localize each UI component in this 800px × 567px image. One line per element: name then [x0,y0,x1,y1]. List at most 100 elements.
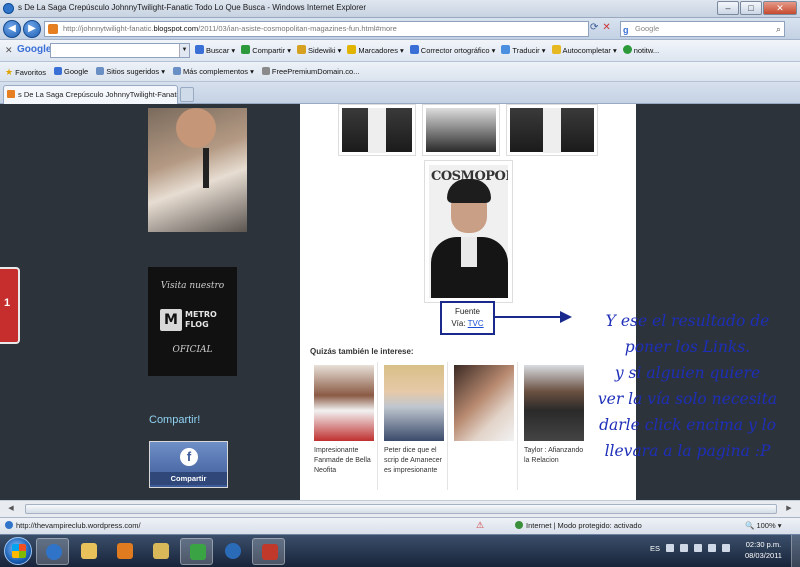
toolbar-autofill[interactable]: Autocompletar ▾ [551,45,617,55]
forward-button[interactable]: ▶ [23,20,41,38]
annotation-arrow [493,316,563,318]
facebook-icon: f [180,448,198,466]
related-post[interactable]: Impresionante Fanmade de Bella Neofita [310,362,378,490]
fav-google[interactable]: Google [54,67,88,78]
related-posts-title: Quizás también le interese: [310,347,414,356]
toolbar-translate[interactable]: Traducir ▾ [501,45,546,55]
url-domain: blogspot.com [153,24,199,33]
blogger-icon [7,90,15,98]
source-label: Fuente [455,307,480,316]
fav-freepremiumdomain[interactable]: FreePremiumDomain.co... [261,67,359,78]
url-suffix: /2011/03/ian-asiste-cosmopolitan-magazin… [198,24,397,33]
start-button[interactable] [4,537,32,565]
globe-icon [5,521,13,529]
google-logo: Google [17,44,52,55]
security-zone: Internet | Modo protegido: activado [526,521,642,530]
google-search-icon: g [623,25,629,35]
toolbar-search[interactable]: Buscar ▾ [195,45,235,55]
search-placeholder: Google [635,24,660,33]
metroflog-banner[interactable]: Visita nuestro M METRO FLOG OFICIAL [148,267,237,376]
toolbar-spellcheck[interactable]: Corrector ortográfico ▾ [409,45,495,55]
related-post[interactable]: Taylor : Afianzando la Relacion [520,362,588,490]
source-box: Fuente Vía: TVC [440,301,495,335]
back-button[interactable]: ◀ [3,20,21,38]
new-tab-button[interactable] [180,87,194,102]
toolbar-share[interactable]: Compartir ▾ [241,45,291,55]
side-tab-label: 1 [4,297,11,309]
taskbar: ES 02:30 p.m. 08/03/2011 [0,534,800,567]
window-controls: – □ ✕ [717,1,797,15]
tab-active[interactable]: s De La Saga Crepúsculo JohnnyTwilight-F… [3,85,178,104]
via-link[interactable]: TVC [468,319,484,328]
horizontal-scrollbar[interactable]: ◀ ▶ [0,500,800,517]
tab-label: s De La Saga Crepúsculo JohnnyTwilight-F… [18,90,178,99]
google-toolbar: ✕ Google ▼ Buscar ▾ Compartir ▾ Sidewiki… [0,40,800,62]
clock[interactable]: 02:30 p.m. 08/03/2011 [745,539,782,561]
search-icon[interactable]: ⌕ [776,22,781,36]
close-button[interactable]: ✕ [763,1,797,15]
url-prefix: http://johnnytwilight-fanatic. [63,24,154,33]
scrollbar-thumb[interactable] [25,504,777,514]
share-title: Compartir! [149,414,201,426]
facebook-share-button[interactable]: f Compartir [149,441,228,488]
tray-icon [666,544,675,552]
volume-icon [722,544,731,552]
internet-zone-icon [515,521,523,529]
related-post[interactable] [450,362,518,490]
google-search-input[interactable]: ▼ [50,43,190,58]
taskbar-hp[interactable] [216,538,249,565]
refresh-icon[interactable]: ⟳ [590,22,598,33]
close-toolbar-icon[interactable]: ✕ [5,45,13,56]
taskbar-folder[interactable] [144,538,177,565]
via-label: Vía: [451,319,466,328]
annotation-arrow-head [560,311,572,323]
gallery-thumb[interactable] [506,104,598,156]
metroflog-logo: M METRO FLOG [160,307,225,333]
gallery-thumb[interactable] [338,104,416,156]
search-input[interactable]: g Google ⌕ [620,21,785,37]
system-tray: ES [650,544,731,553]
chevron-down-icon[interactable]: ▼ [179,44,189,57]
address-input[interactable]: http://johnnytwilight-fanatic.blogspot.c… [44,21,589,37]
metroflog-bottom-text: OFICIAL [172,345,213,355]
gallery-thumb[interactable] [422,104,500,156]
related-post[interactable]: Peter dice que el scrip de Amanecer es i… [380,362,448,490]
tray-icon [680,544,689,552]
star-icon: ★ [5,67,14,77]
ie-logo-icon [3,3,14,14]
windows-logo-icon [12,544,26,558]
maximize-button[interactable]: □ [740,1,762,15]
scroll-right-icon[interactable]: ▶ [783,504,795,514]
side-widget-tab[interactable]: 1 [0,267,20,344]
window-title: s De La Saga Crepúsculo JohnnyTwilight-F… [18,3,367,12]
taskbar-ie[interactable] [36,538,69,565]
taskbar-media-player[interactable] [108,538,141,565]
scroll-left-icon[interactable]: ◀ [5,504,17,514]
title-bar: s De La Saga Crepúsculo JohnnyTwilight-F… [0,0,800,18]
taskbar-app[interactable] [252,538,285,565]
language-indicator[interactable]: ES [650,544,660,553]
security-warning-icon[interactable]: ⚠ [476,520,486,530]
metroflog-top-text: Visita nuestro [160,281,225,291]
favorites-bar: ★ Favoritos Google Sitios sugeridos ▾ Má… [0,62,800,82]
status-url: http://thevampireclub.wordpress.com/ [16,521,141,530]
favorites-button[interactable]: ★ Favoritos [5,67,46,78]
fav-more-addons[interactable]: Más complementos ▾ [173,67,254,78]
toolbar-sidewiki[interactable]: Sidewiki ▾ [296,45,341,55]
navigation-bar: ◀ ▶ http://johnnytwilight-fanatic.blogsp… [0,18,800,40]
stop-icon[interactable]: ✕ [602,22,610,33]
blog-post: COSMOPOL Fuente Vía: TVC Quizás también … [300,104,636,518]
minimize-button[interactable]: – [717,1,739,15]
zoom-level[interactable]: 🔍 100% ▾ [745,521,781,530]
share-button-label: Compartir [150,472,227,485]
ian-somerhalder-photo[interactable]: COSMOPOL [424,160,513,303]
toolbar-notitw[interactable]: notitw... [622,45,659,55]
toolbar-bookmarks[interactable]: Marcadores ▾ [347,45,404,55]
fav-suggested-sites[interactable]: Sitios sugeridos ▾ [96,67,165,78]
status-bar: http://thevampireclub.wordpress.com/ ⚠ I… [0,517,800,534]
sidebar-photo[interactable] [148,108,247,232]
show-desktop-button[interactable] [791,535,800,567]
battery-icon [694,544,703,552]
taskbar-messenger[interactable] [180,538,213,565]
taskbar-explorer[interactable] [72,538,105,565]
